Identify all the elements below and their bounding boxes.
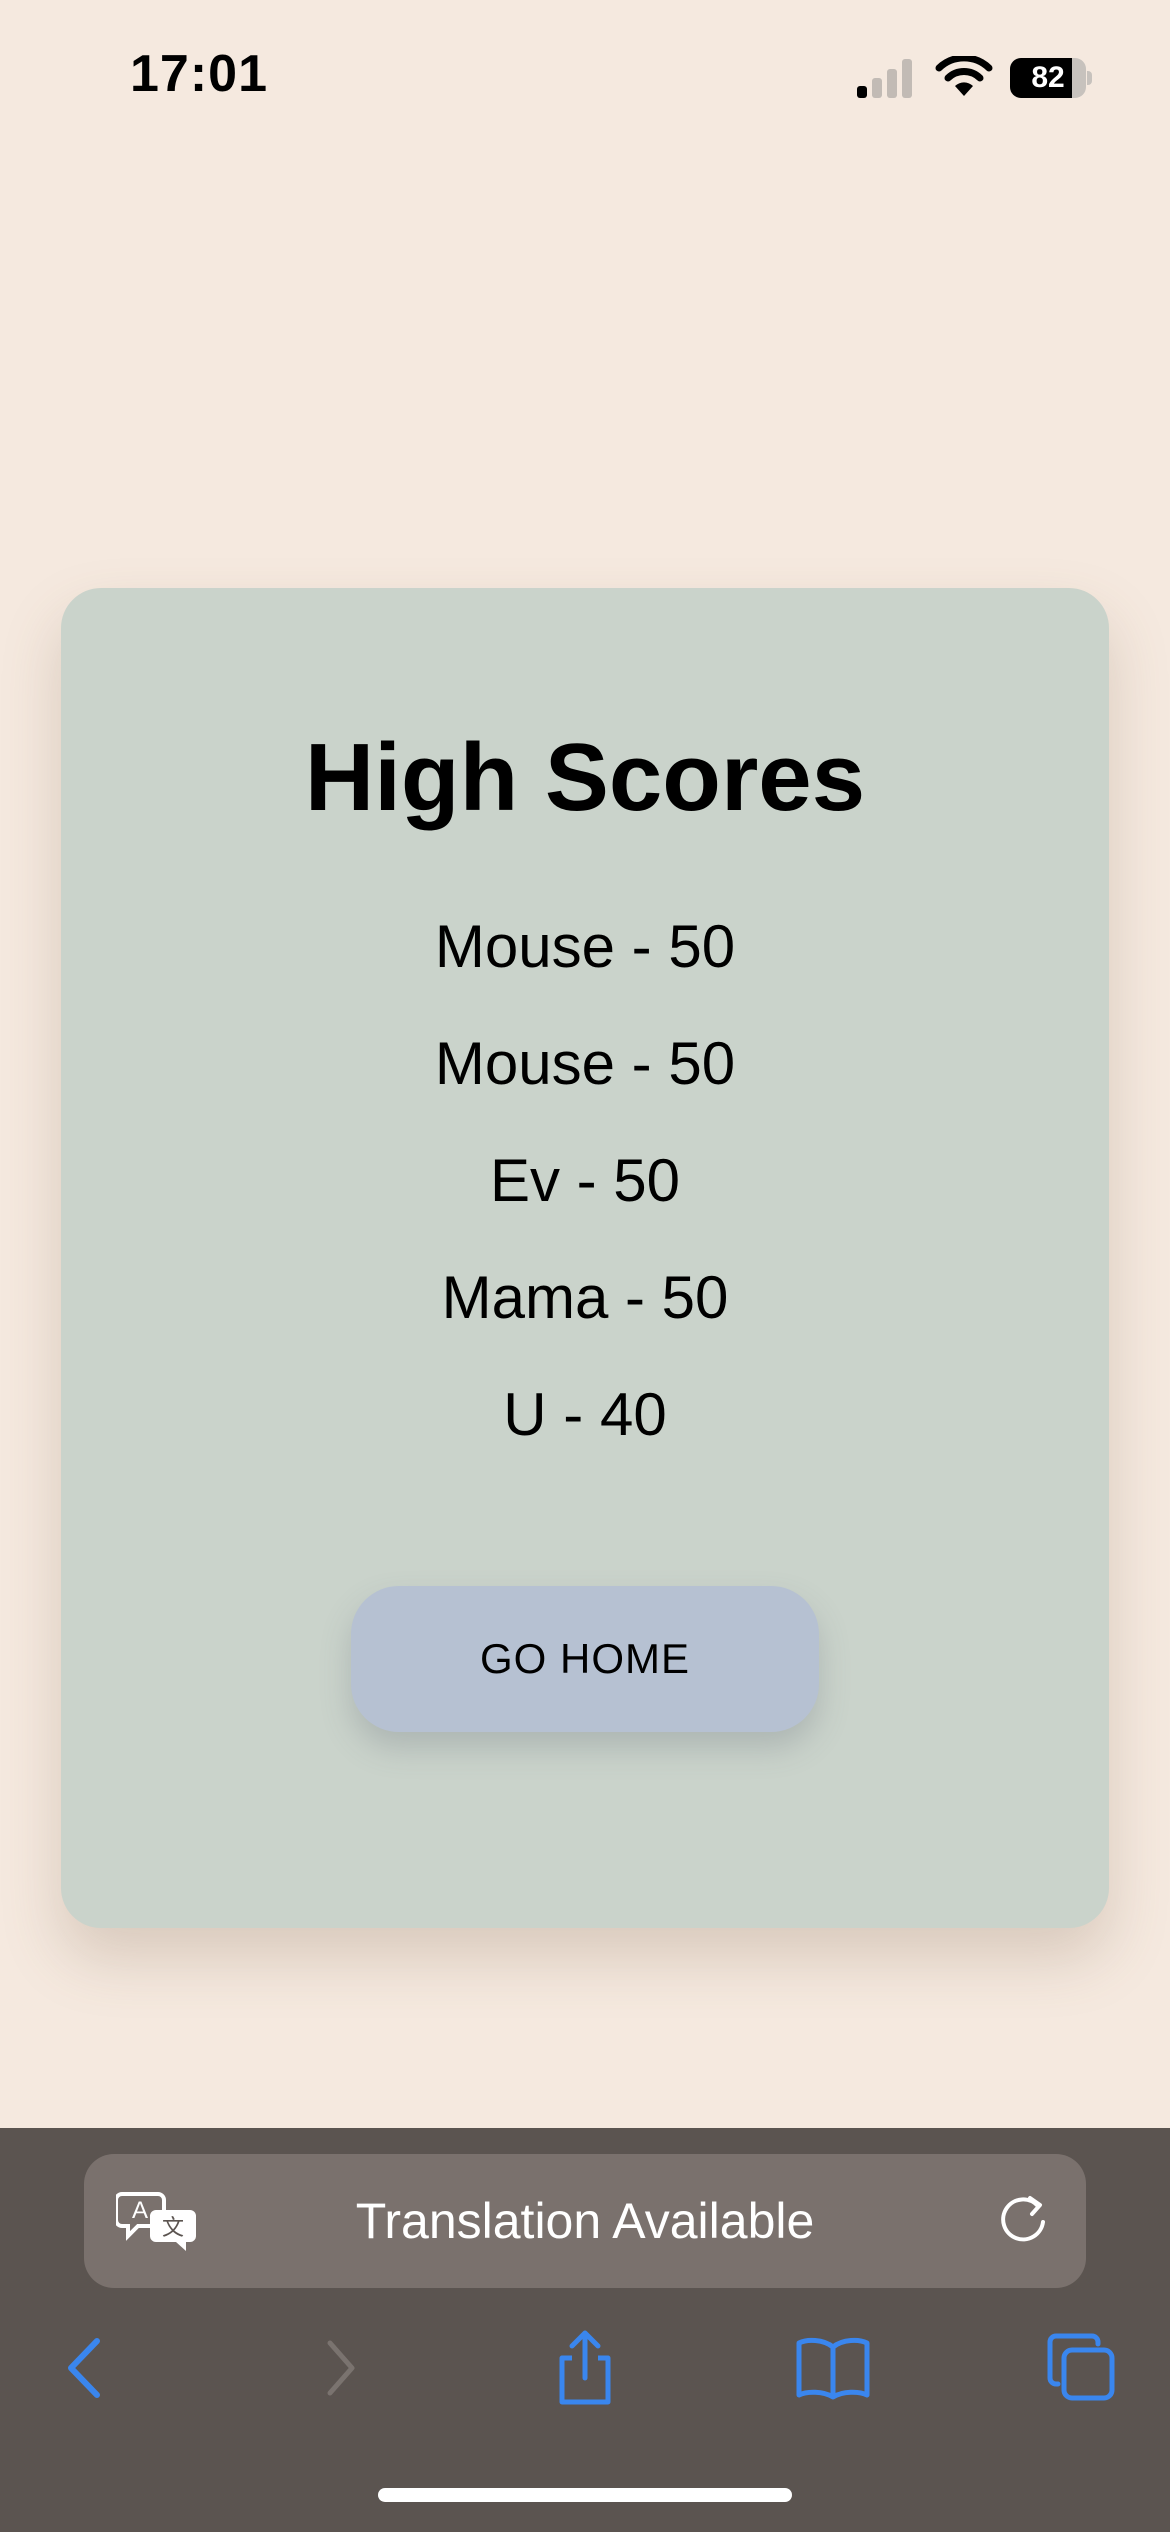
- battery-level: 82: [1031, 61, 1065, 94]
- page-title: High Scores: [304, 724, 866, 831]
- battery-icon: 82: [1010, 58, 1092, 98]
- high-scores-card: High Scores Mouse - 50 Mouse - 50 Ev - 5…: [61, 588, 1109, 1928]
- tabs-button[interactable]: [1035, 2323, 1125, 2413]
- share-button[interactable]: [540, 2323, 630, 2413]
- go-home-button[interactable]: GO HOME: [351, 1586, 819, 1732]
- back-button[interactable]: [40, 2323, 130, 2413]
- tabs-icon: [1047, 2333, 1115, 2401]
- translation-text: Translation Available: [355, 2193, 815, 2249]
- forward-button[interactable]: [295, 2323, 385, 2413]
- bookmarks-button[interactable]: [788, 2323, 878, 2413]
- wifi-icon: [935, 56, 993, 96]
- back-icon: [68, 2338, 100, 2398]
- bookmarks-icon: [796, 2337, 870, 2400]
- reload-icon[interactable]: [994, 2192, 1052, 2250]
- share-icon: [559, 2330, 611, 2405]
- home-indicator: [378, 2488, 792, 2502]
- status-time: 17:01: [130, 45, 268, 103]
- score-item: U - 40: [503, 1381, 667, 1448]
- status-bar: 17:01 82: [0, 0, 1170, 150]
- translation-banner[interactable]: A 文 Translation Available: [84, 2154, 1086, 2288]
- score-item: Mama - 50: [441, 1264, 729, 1331]
- browser-toolbar: A 文 Translation Available: [0, 2128, 1170, 2532]
- score-item: Ev - 50: [489, 1147, 681, 1214]
- signal-icon: [857, 59, 912, 98]
- score-item: Mouse - 50: [434, 1030, 736, 1097]
- score-item: Mouse - 50: [434, 913, 736, 980]
- forward-icon: [327, 2340, 355, 2396]
- score-list: Mouse - 50 Mouse - 50 Ev - 50 Mama - 50 …: [61, 888, 1109, 1473]
